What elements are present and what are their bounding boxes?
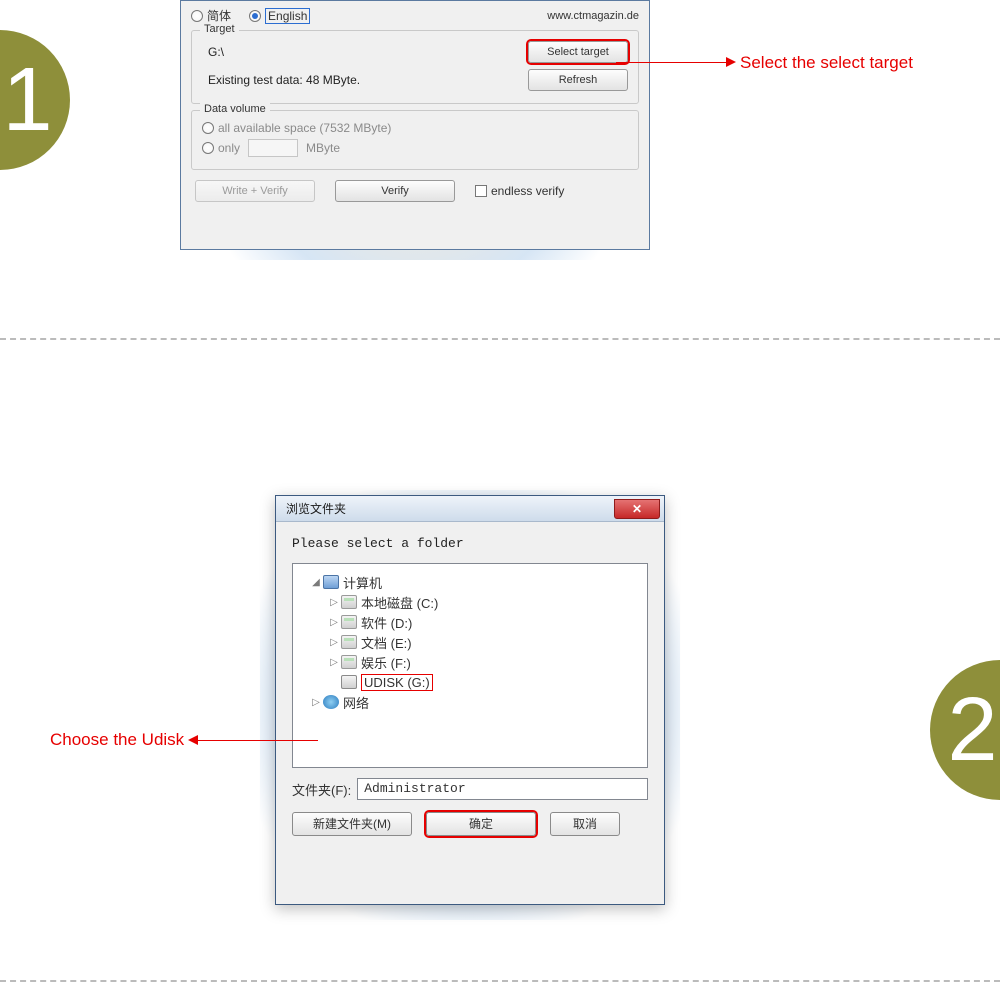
target-group: Target G:\ Select target Existing test d… — [191, 30, 639, 104]
vol-unit-label: MByte — [306, 141, 340, 155]
expand-icon[interactable]: ▷ — [327, 637, 341, 648]
anno1-arrow-line — [616, 62, 726, 63]
computer-icon — [323, 575, 339, 589]
cancel-button[interactable]: 取消 — [550, 812, 620, 836]
expand-icon[interactable]: ▷ — [309, 697, 323, 708]
anno1-text: Select the select target — [740, 53, 913, 73]
dialog-prompt: Please select a folder — [292, 536, 648, 551]
dialog-title: 浏览文件夹 — [276, 500, 346, 517]
tree-item-udisk-g[interactable]: ▷ UDISK (G:) — [299, 672, 641, 692]
close-icon: ✕ — [632, 502, 642, 516]
target-group-title: Target — [200, 23, 239, 35]
vol-only-input — [248, 139, 298, 157]
drive-icon — [341, 615, 357, 629]
close-button[interactable]: ✕ — [614, 499, 660, 519]
target-drive-label: G:\ — [202, 45, 528, 59]
step-1-badge: 1 — [0, 30, 70, 170]
anno2-arrow-head-icon — [188, 735, 198, 745]
folder-field-label: 文件夹(F): — [292, 780, 351, 799]
vol-only-radio: only MByte — [202, 139, 340, 157]
tree-item-computer[interactable]: ◢ 计算机 — [299, 572, 641, 592]
existing-data-label: Existing test data: 48 MByte. — [202, 73, 528, 87]
expand-icon[interactable]: ▷ — [327, 617, 341, 628]
tree-label: 网络 — [343, 693, 369, 712]
tree-item-network[interactable]: ▷ 网络 — [299, 692, 641, 712]
lang-cn-radio[interactable]: 简体 — [191, 7, 231, 24]
anno2-text: Choose the Udisk — [50, 730, 184, 750]
endless-verify-checkbox[interactable] — [475, 185, 487, 197]
radio-icon — [191, 10, 203, 22]
tree-label: 娱乐 (F:) — [361, 653, 411, 672]
select-target-button[interactable]: Select target — [528, 41, 628, 63]
vol-all-label: all available space (7532 MByte) — [218, 121, 391, 135]
radio-icon — [202, 122, 214, 134]
site-link[interactable]: www.ctmagazin.de — [547, 10, 639, 22]
lang-en-radio[interactable]: English — [249, 8, 310, 24]
drive-icon — [341, 655, 357, 669]
browse-folder-dialog: 浏览文件夹 ✕ Please select a folder ◢ 计算机 ▷ 本… — [275, 495, 665, 905]
endless-verify-label: endless verify — [491, 184, 564, 198]
folder-tree[interactable]: ◢ 计算机 ▷ 本地磁盘 (C:) ▷ 软件 (D:) ▷ 文档 (E:) — [292, 563, 648, 768]
h2testw-panel: 简体 English www.ctmagazin.de Target G:\ S… — [180, 0, 650, 250]
separator-1 — [0, 338, 1000, 340]
titlebar: 浏览文件夹 ✕ — [276, 496, 664, 522]
drive-icon — [341, 595, 357, 609]
tree-label: 软件 (D:) — [361, 613, 412, 632]
network-icon — [323, 695, 339, 709]
anno2-arrow-line — [198, 740, 318, 741]
expand-icon[interactable]: ▷ — [327, 657, 341, 668]
vol-all-radio: all available space (7532 MByte) — [202, 121, 391, 135]
anno1-arrow-head-icon — [726, 57, 736, 67]
radio-icon — [202, 142, 214, 154]
tree-item-drive-c[interactable]: ▷ 本地磁盘 (C:) — [299, 592, 641, 612]
ok-button[interactable]: 确定 — [426, 812, 536, 836]
refresh-button[interactable]: Refresh — [528, 69, 628, 91]
data-volume-group-title: Data volume — [200, 103, 270, 115]
lang-cn-label: 简体 — [207, 7, 231, 24]
separator-2 — [0, 980, 1000, 982]
tree-label: 计算机 — [343, 573, 382, 592]
tree-item-drive-e[interactable]: ▷ 文档 (E:) — [299, 632, 641, 652]
verify-button[interactable]: Verify — [335, 180, 455, 202]
tree-item-drive-f[interactable]: ▷ 娱乐 (F:) — [299, 652, 641, 672]
step-2-badge: 2 — [930, 660, 1000, 800]
lang-en-label: English — [265, 8, 310, 24]
vol-only-label: only — [218, 141, 240, 155]
expand-icon[interactable]: ▷ — [327, 597, 341, 608]
tree-label-udisk: UDISK (G:) — [361, 674, 433, 691]
collapse-icon[interactable]: ◢ — [309, 577, 323, 588]
tree-label: 本地磁盘 (C:) — [361, 593, 438, 612]
new-folder-button[interactable]: 新建文件夹(M) — [292, 812, 412, 836]
drive-icon — [341, 635, 357, 649]
radio-checked-icon — [249, 10, 261, 22]
write-verify-button: Write + Verify — [195, 180, 315, 202]
folder-name-input[interactable]: Administrator — [357, 778, 648, 800]
data-volume-group: Data volume all available space (7532 MB… — [191, 110, 639, 170]
tree-label: 文档 (E:) — [361, 633, 412, 652]
usb-drive-icon — [341, 675, 357, 689]
tree-item-drive-d[interactable]: ▷ 软件 (D:) — [299, 612, 641, 632]
